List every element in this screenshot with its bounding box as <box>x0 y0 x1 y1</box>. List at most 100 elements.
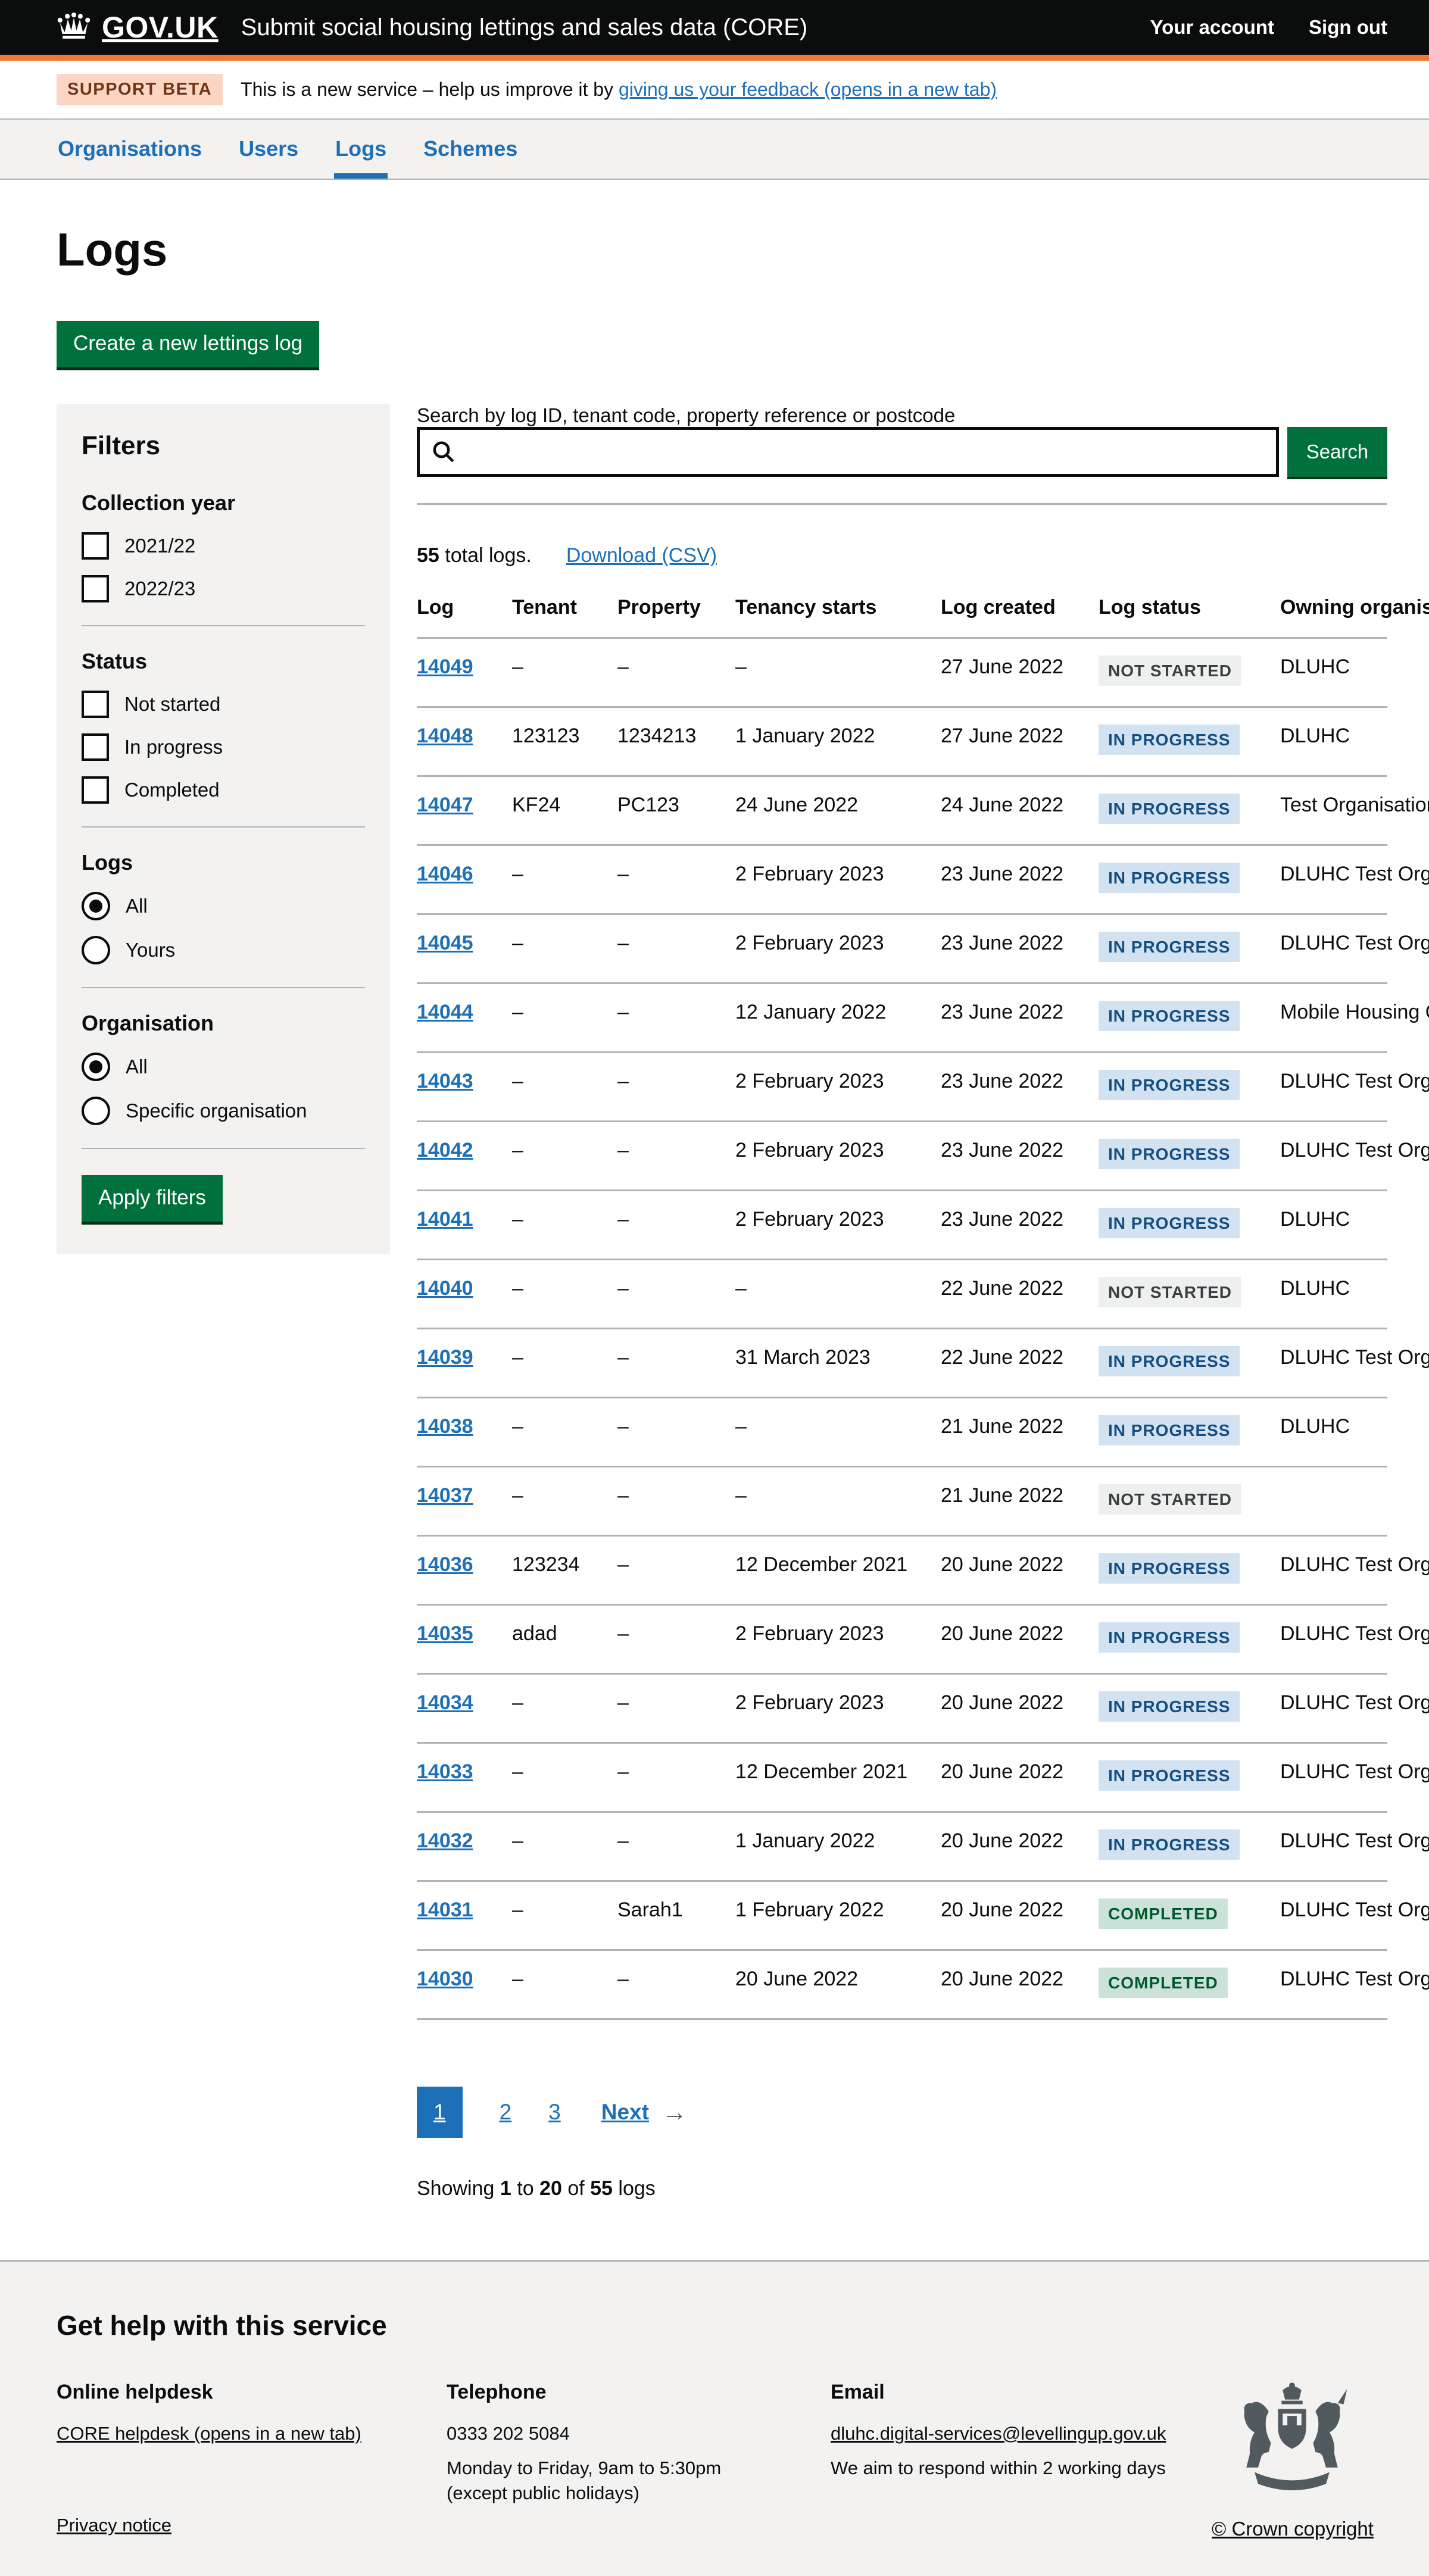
footer-heading: Get help with this service <box>57 2309 1372 2341</box>
log-link[interactable]: 14038 <box>417 1415 473 1438</box>
log-created-cell: 27 June 2022 <box>941 707 1099 776</box>
radio-icon[interactable] <box>82 1097 110 1125</box>
checkbox-icon[interactable] <box>82 776 109 804</box>
log-link[interactable]: 14049 <box>417 655 473 678</box>
apply-filters-button[interactable]: Apply filters <box>82 1175 223 1222</box>
log-link[interactable]: 14046 <box>417 863 473 885</box>
radio-icon[interactable] <box>82 936 110 964</box>
filter-divider <box>82 987 365 988</box>
email-link[interactable]: dluhc.digital-services@levellingup.gov.u… <box>831 2423 1166 2444</box>
log-status-cell: IN PROGRESS <box>1099 1743 1280 1812</box>
pagination-next-link[interactable]: Next <box>601 2100 649 2125</box>
log-link[interactable]: 14041 <box>417 1208 473 1231</box>
log-link[interactable]: 14033 <box>417 1760 473 1783</box>
download-csv-link[interactable]: Download (CSV) <box>566 544 717 567</box>
owning-organisation-cell: DLUHC <box>1280 707 1387 776</box>
checkbox-in-progress[interactable]: In progress <box>82 733 365 761</box>
log-cell: 14030 <box>417 1950 512 2019</box>
service-name-link[interactable]: Submit social housing lettings and sales… <box>241 14 808 41</box>
checkbox-icon[interactable] <box>82 691 109 718</box>
log-link[interactable]: 14037 <box>417 1484 473 1507</box>
log-status-cell: IN PROGRESS <box>1099 707 1280 776</box>
log-link[interactable]: 14048 <box>417 725 473 747</box>
radio-icon-selected[interactable] <box>82 1053 110 1081</box>
checkbox-icon[interactable] <box>82 575 109 602</box>
log-created-cell: 23 June 2022 <box>941 983 1099 1053</box>
log-link[interactable]: 14047 <box>417 794 473 816</box>
log-link[interactable]: 14036 <box>417 1553 473 1576</box>
crown-copyright-link[interactable]: © Crown copyright <box>1212 2518 1374 2540</box>
tenancy-starts-cell: 2 February 2023 <box>735 914 941 983</box>
nav-item-users[interactable]: Users <box>238 120 299 179</box>
tenant-cell: – <box>512 983 617 1053</box>
tenant-cell: – <box>512 1329 617 1398</box>
log-link[interactable]: 14045 <box>417 932 473 954</box>
log-created-cell: 21 June 2022 <box>941 1398 1099 1467</box>
log-cell: 14039 <box>417 1329 512 1398</box>
checkbox-completed[interactable]: Completed <box>82 776 365 804</box>
tenant-cell: 123234 <box>512 1536 617 1605</box>
checkbox-not-started[interactable]: Not started <box>82 691 365 718</box>
log-status-cell: IN PROGRESS <box>1099 1191 1280 1260</box>
create-lettings-log-button[interactable]: Create a new lettings log <box>57 321 319 367</box>
radio-organisation-all[interactable]: All <box>82 1053 365 1081</box>
log-link[interactable]: 14043 <box>417 1070 473 1092</box>
phase-banner-text-static: This is a new service – help us improve … <box>241 79 619 100</box>
status-label: Status <box>82 649 365 674</box>
log-link[interactable]: 14039 <box>417 1346 473 1369</box>
pagination-page-current[interactable]: 1 <box>417 2087 463 2138</box>
log-link[interactable]: 14030 <box>417 1968 473 1990</box>
col-header-tenancy-starts: Tenancy starts <box>735 579 941 638</box>
sign-out-link[interactable]: Sign out <box>1309 16 1387 39</box>
checkbox-2021-22[interactable]: 2021/22 <box>82 532 365 560</box>
checkbox-icon[interactable] <box>82 733 109 761</box>
tenant-cell: adad <box>512 1605 617 1674</box>
table-row: 14038–––21 June 2022IN PROGRESSDLUHC <box>417 1398 1387 1467</box>
log-link[interactable]: 14032 <box>417 1829 473 1852</box>
status-badge: IN PROGRESS <box>1099 1070 1240 1100</box>
pagination-page-3[interactable]: 3 <box>548 2100 561 2125</box>
results-summary: 55 total logs.Download (CSV) <box>417 544 1387 567</box>
status-badge: IN PROGRESS <box>1099 863 1240 893</box>
feedback-link[interactable]: giving us your feedback (opens in a new … <box>619 79 997 100</box>
log-cell: 14036 <box>417 1536 512 1605</box>
owning-organisation-cell: Test Organisation <box>1280 776 1387 845</box>
core-helpdesk-link[interactable]: CORE helpdesk (opens in a new tab) <box>57 2423 361 2444</box>
checkbox-icon[interactable] <box>82 532 109 560</box>
radio-logs-all[interactable]: All <box>82 892 365 920</box>
status-badge: IN PROGRESS <box>1099 1208 1240 1238</box>
log-status-cell: COMPLETED <box>1099 1881 1280 1950</box>
log-status-cell: IN PROGRESS <box>1099 1122 1280 1191</box>
table-row: 14045––2 February 202323 June 2022IN PRO… <box>417 914 1387 983</box>
log-link[interactable]: 14035 <box>417 1622 473 1645</box>
property-cell: 1234213 <box>617 707 735 776</box>
log-link[interactable]: 14034 <box>417 1691 473 1714</box>
govuk-logo[interactable]: GOV.UK <box>57 10 219 45</box>
log-link[interactable]: 14042 <box>417 1139 473 1161</box>
site-header: GOV.UK Submit social housing lettings an… <box>0 0 1429 61</box>
logs-table: Log Tenant Property Tenancy starts Log c… <box>417 579 1387 2020</box>
log-status-cell: NOT STARTED <box>1099 638 1280 707</box>
search-input[interactable] <box>417 427 1279 477</box>
log-link[interactable]: 14031 <box>417 1899 473 1921</box>
radio-logs-yours[interactable]: Yours <box>82 936 365 964</box>
nav-item-logs[interactable]: Logs <box>334 120 388 179</box>
status-badge: IN PROGRESS <box>1099 1346 1240 1376</box>
log-created-cell: 22 June 2022 <box>941 1329 1099 1398</box>
property-cell: PC123 <box>617 776 735 845</box>
nav-item-schemes[interactable]: Schemes <box>422 120 519 179</box>
pagination-page-2[interactable]: 2 <box>500 2100 512 2125</box>
log-link[interactable]: 14040 <box>417 1277 473 1300</box>
your-account-link[interactable]: Your account <box>1150 16 1274 39</box>
log-link[interactable]: 14044 <box>417 1001 473 1023</box>
radio-icon-selected[interactable] <box>82 892 110 920</box>
search-button[interactable]: Search <box>1287 427 1387 477</box>
owning-organisation-cell: DLUHC Test Organisation <box>1280 1743 1387 1812</box>
option-label: Completed <box>124 779 220 801</box>
privacy-notice-link[interactable]: Privacy notice <box>57 2515 171 2536</box>
nav-item-organisations[interactable]: Organisations <box>57 120 203 179</box>
checkbox-2022-23[interactable]: 2022/23 <box>82 575 365 602</box>
radio-organisation-specific[interactable]: Specific organisation <box>82 1097 365 1125</box>
showing-text: of <box>562 2177 590 2200</box>
owning-organisation-cell: DLUHC Test Organisation <box>1280 1674 1387 1743</box>
